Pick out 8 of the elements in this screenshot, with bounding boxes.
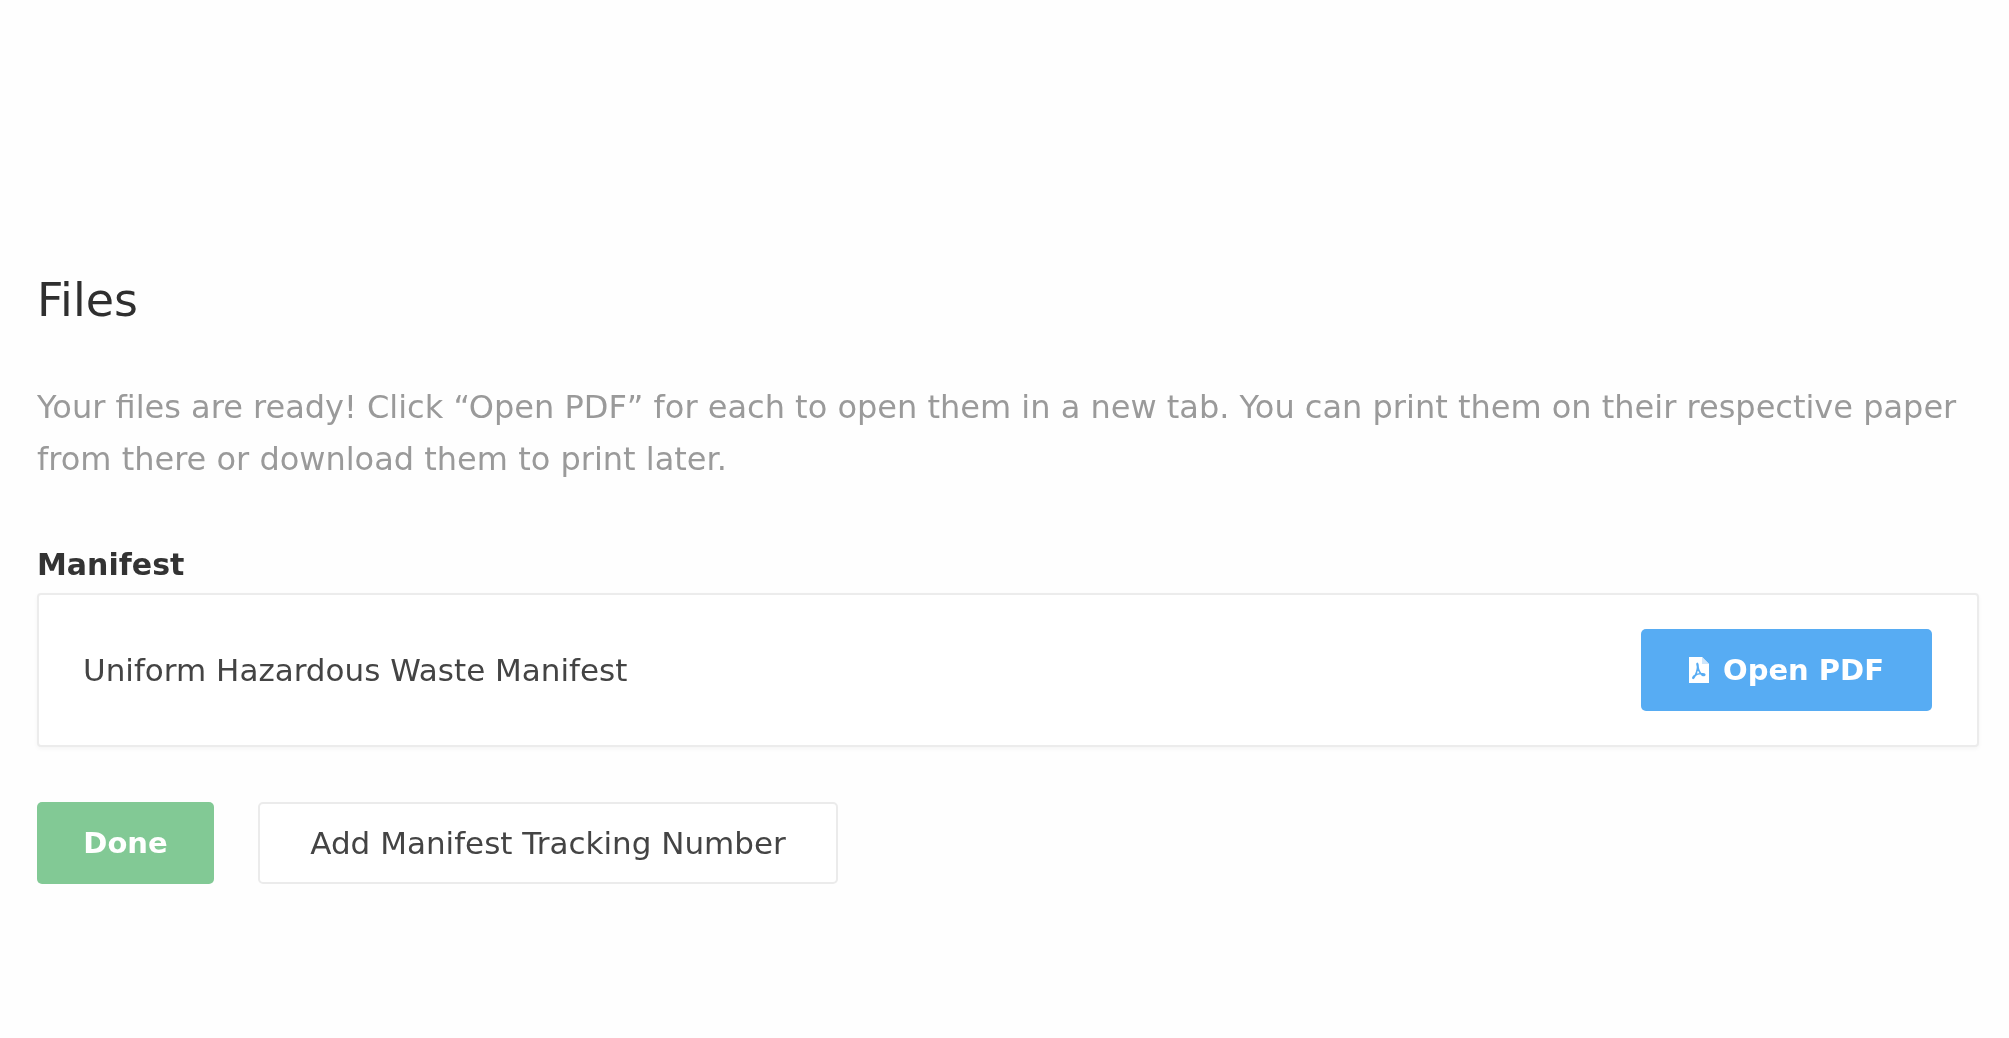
done-button[interactable]: Done — [37, 802, 214, 884]
file-name: Uniform Hazardous Waste Manifest — [83, 652, 628, 688]
pdf-file-icon — [1689, 657, 1709, 683]
dialog-title: Files — [37, 272, 138, 329]
dialog-description: Your files are ready! Click “Open PDF” for each to open them in a new tab. You can print them on their respective paper from there or download them to print later. — [37, 387, 1958, 480]
section-label: Manifest — [37, 547, 185, 583]
open-pdf-button[interactable]: Open PDF — [1641, 629, 1932, 711]
add-tracking-number-button[interactable]: Add Manifest Tracking Number — [258, 802, 838, 884]
